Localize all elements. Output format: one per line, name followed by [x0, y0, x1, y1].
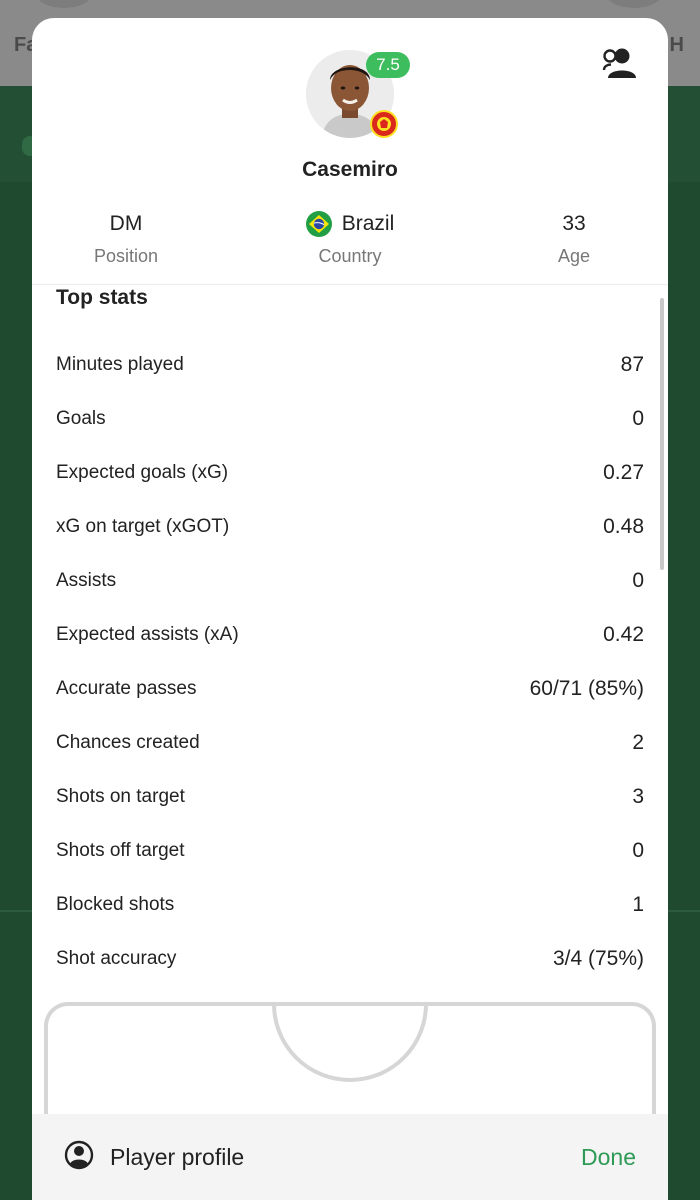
stat-label: Expected assists (xA)	[56, 624, 239, 645]
pitch-center-arc	[270, 1002, 430, 1086]
player-profile-link[interactable]: Player profile	[64, 1140, 244, 1175]
stat-row: Shots off target 0	[56, 824, 644, 878]
player-info-row: DM Position Brazil Country 33 Age	[32, 210, 668, 280]
position-value: DM	[109, 212, 143, 235]
age-value: 33	[562, 212, 586, 235]
player-name: Casemiro	[302, 158, 398, 181]
stat-label: Blocked shots	[56, 894, 175, 915]
stat-row: Minutes played 87	[56, 338, 644, 392]
stat-row: Assists 0	[56, 554, 644, 608]
stat-value: 3	[632, 785, 644, 808]
player-profile-label: Player profile	[110, 1144, 245, 1170]
country-label: Country	[318, 246, 382, 266]
stat-label: Shots off target	[56, 840, 185, 861]
stat-row: Expected assists (xA) 0.42	[56, 608, 644, 662]
stat-label: Assists	[56, 570, 117, 591]
country-value: Brazil	[341, 212, 395, 235]
age-label: Age	[557, 246, 591, 266]
stat-value: 1	[632, 893, 644, 916]
stat-value: 87	[620, 353, 644, 376]
stat-value: 60/71 (85%)	[529, 677, 644, 700]
stat-row: Goals 0	[56, 392, 644, 446]
stat-value: 0	[632, 407, 644, 430]
stat-label: Goals	[56, 408, 106, 429]
stat-row: Chances created 2	[56, 716, 644, 770]
country-info: Brazil Country	[250, 210, 450, 267]
stat-row: xG on target (xGOT) 0.48	[56, 500, 644, 554]
user-circle-icon	[64, 1140, 94, 1175]
position-info: DM Position	[32, 210, 226, 267]
stat-label: Minutes played	[56, 354, 184, 375]
brazil-flag-icon	[305, 211, 332, 237]
stat-value: 3/4 (75%)	[552, 947, 644, 970]
top-stats-title: Top stats	[56, 286, 148, 309]
player-stats-sheet: 7.5 Casemiro DM Position Brazil Country …	[32, 18, 668, 1200]
stat-row: Expected goals (xG) 0.27	[56, 446, 644, 500]
stat-label: Shots on target	[56, 786, 185, 807]
stat-value: 0	[632, 569, 644, 592]
scrollbar[interactable]	[660, 298, 664, 570]
stat-label: Expected goals (xG)	[56, 462, 229, 483]
stat-row: Shot accuracy 3/4 (75%)	[56, 932, 644, 986]
club-crest-icon	[370, 110, 398, 138]
stat-value: 0.48	[603, 515, 644, 538]
stat-row: Blocked shots 1	[56, 878, 644, 932]
stat-label: xG on target (xGOT)	[56, 516, 230, 537]
stat-label: Accurate passes	[56, 678, 197, 699]
stat-label: Chances created	[56, 732, 200, 753]
stat-value: 0.27	[603, 461, 644, 484]
stat-row: Accurate passes 60/71 (85%)	[56, 662, 644, 716]
stat-label: Shot accuracy	[56, 948, 177, 969]
stat-row: Shots on target 3	[56, 770, 644, 824]
player-avatar-group: 7.5	[306, 50, 410, 138]
top-stats-list[interactable]: Minutes played 87 Goals 0 Expected goals (…	[56, 338, 644, 986]
position-label: Position	[93, 246, 159, 266]
age-info: 33 Age	[474, 210, 668, 267]
person-profile-icon[interactable]	[600, 46, 642, 82]
rating-badge: 7.5	[366, 52, 410, 78]
stat-value: 2	[632, 731, 644, 754]
stat-value: 0	[632, 839, 644, 862]
stat-value: 0.42	[603, 623, 644, 646]
divider	[32, 284, 668, 285]
background-team-right: H	[669, 34, 684, 56]
done-button[interactable]: Done	[581, 1144, 636, 1171]
country-value-wrap: Brazil	[250, 210, 450, 238]
